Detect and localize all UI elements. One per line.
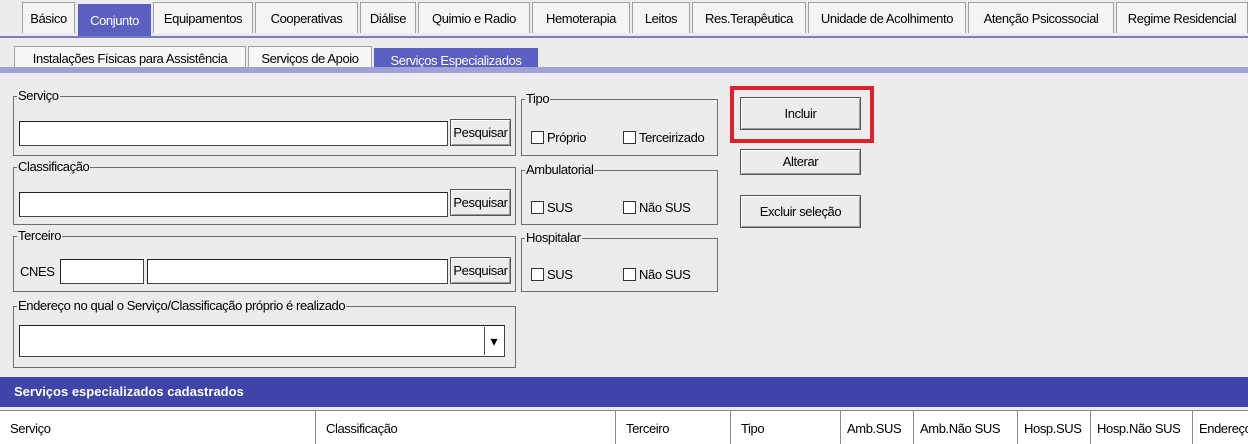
terceiro-name-input[interactable] bbox=[147, 259, 448, 284]
excluir-selecao-button[interactable]: Excluir seleção bbox=[740, 195, 861, 228]
tab-basico[interactable]: Básico bbox=[22, 2, 75, 33]
classificacao-search-button[interactable]: Pesquisar bbox=[450, 189, 511, 216]
terceiro-group: Terceiro CNES Pesquisar bbox=[13, 228, 516, 292]
sub-tab-bar: Instalações Físicas para Assistência Ser… bbox=[0, 38, 1248, 74]
column-endereco[interactable]: Endereço bbox=[1193, 411, 1248, 444]
tipo-group: Tipo Próprio Terceirizado bbox=[521, 91, 718, 156]
checkbox-icon[interactable] bbox=[623, 201, 636, 214]
column-amb-sus[interactable]: Amb.SUS bbox=[841, 411, 914, 444]
ambulatorial-nao-sus-label: Não SUS bbox=[639, 200, 691, 215]
servico-search-button[interactable]: Pesquisar bbox=[450, 119, 511, 146]
tab-leitos[interactable]: Leitos bbox=[632, 2, 690, 33]
ambulatorial-sus-checkbox[interactable]: SUS bbox=[531, 200, 573, 215]
tab-equipamentos[interactable]: Equipamentos bbox=[153, 2, 253, 33]
tipo-proprio-label: Próprio bbox=[547, 130, 587, 145]
cnes-label: CNES bbox=[20, 264, 55, 279]
endereco-group: Endereço no qual o Serviço/Classificação… bbox=[13, 298, 516, 368]
ambulatorial-legend: Ambulatorial bbox=[525, 162, 595, 178]
endereco-select[interactable]: ▾ bbox=[19, 325, 505, 357]
list-column-header: Serviço Classificação Terceiro Tipo Amb.… bbox=[0, 410, 1248, 444]
column-classificacao[interactable]: Classificação bbox=[316, 411, 616, 444]
hospitalar-sus-label: SUS bbox=[547, 267, 573, 282]
hospitalar-group: Hospitalar SUS Não SUS bbox=[521, 230, 718, 292]
column-tipo[interactable]: Tipo bbox=[731, 411, 841, 444]
checkbox-icon[interactable] bbox=[531, 201, 544, 214]
tipo-proprio-checkbox[interactable]: Próprio bbox=[531, 130, 587, 145]
tab-atencao-psicossocial[interactable]: Atenção Psicossocial bbox=[968, 2, 1114, 33]
checkbox-icon[interactable] bbox=[623, 268, 636, 281]
ambulatorial-nao-sus-checkbox[interactable]: Não SUS bbox=[623, 200, 691, 215]
column-hosp-sus[interactable]: Hosp.SUS bbox=[1018, 411, 1091, 444]
tipo-legend: Tipo bbox=[525, 91, 551, 107]
column-servico[interactable]: Serviço bbox=[0, 411, 316, 444]
list-title: Serviços especializados cadastrados bbox=[0, 377, 1248, 407]
tipo-terceirizado-label: Terceirizado bbox=[639, 130, 705, 145]
servico-input[interactable] bbox=[19, 121, 448, 146]
hospitalar-legend: Hospitalar bbox=[525, 230, 582, 246]
endereco-legend: Endereço no qual o Serviço/Classificação… bbox=[17, 298, 347, 314]
ambulatorial-sus-label: SUS bbox=[547, 200, 573, 215]
terceiro-legend: Terceiro bbox=[17, 228, 63, 244]
terceiro-search-button[interactable]: Pesquisar bbox=[450, 257, 511, 284]
hospitalar-sus-checkbox[interactable]: SUS bbox=[531, 267, 573, 282]
tab-res-terapeutica[interactable]: Res.Terapêutica bbox=[692, 2, 806, 33]
checkbox-icon[interactable] bbox=[531, 131, 544, 144]
tab-conjunto[interactable]: Conjunto bbox=[78, 4, 151, 38]
tab-unidade-acolhimento[interactable]: Unidade de Acolhimento bbox=[808, 2, 966, 33]
tab-cooperativas[interactable]: Cooperativas bbox=[255, 2, 358, 33]
column-amb-nao-sus[interactable]: Amb.Não SUS bbox=[914, 411, 1018, 444]
classificacao-input[interactable] bbox=[19, 192, 448, 217]
tab-dialise[interactable]: Diálise bbox=[360, 2, 416, 33]
checkbox-icon[interactable] bbox=[531, 268, 544, 281]
column-hosp-nao-sus[interactable]: Hosp.Não SUS bbox=[1091, 411, 1193, 444]
tipo-terceirizado-checkbox[interactable]: Terceirizado bbox=[623, 130, 705, 145]
column-terceiro[interactable]: Terceiro bbox=[616, 411, 731, 444]
dropdown-arrow-icon[interactable]: ▾ bbox=[484, 327, 503, 355]
ambulatorial-group: Ambulatorial SUS Não SUS bbox=[521, 162, 718, 225]
classificacao-group: Classificação Pesquisar bbox=[13, 159, 516, 225]
tab-instalacoes-fisicas[interactable]: Instalações Físicas para Assistência bbox=[14, 46, 246, 69]
main-tab-bar: Básico Conjunto Equipamentos Cooperativa… bbox=[0, 0, 1248, 38]
servico-legend: Serviço bbox=[17, 88, 60, 104]
hospitalar-nao-sus-label: Não SUS bbox=[639, 267, 691, 282]
hospitalar-nao-sus-checkbox[interactable]: Não SUS bbox=[623, 267, 691, 282]
servico-group: Serviço Pesquisar bbox=[13, 88, 516, 156]
alterar-button[interactable]: Alterar bbox=[740, 149, 861, 175]
tab-quimio-radio[interactable]: Quimio e Radio bbox=[418, 2, 530, 33]
tab-servicos-apoio[interactable]: Serviços de Apoio bbox=[248, 46, 372, 69]
cnes-input[interactable] bbox=[60, 259, 144, 284]
checkbox-icon[interactable] bbox=[623, 131, 636, 144]
tab-hemoterapia[interactable]: Hemoterapia bbox=[532, 2, 630, 33]
incluir-button[interactable]: Incluir bbox=[740, 97, 861, 130]
tab-regime-residencial[interactable]: Regime Residencial bbox=[1116, 2, 1248, 33]
sub-tab-bar-line bbox=[0, 67, 1248, 73]
classificacao-legend: Classificação bbox=[17, 159, 91, 175]
